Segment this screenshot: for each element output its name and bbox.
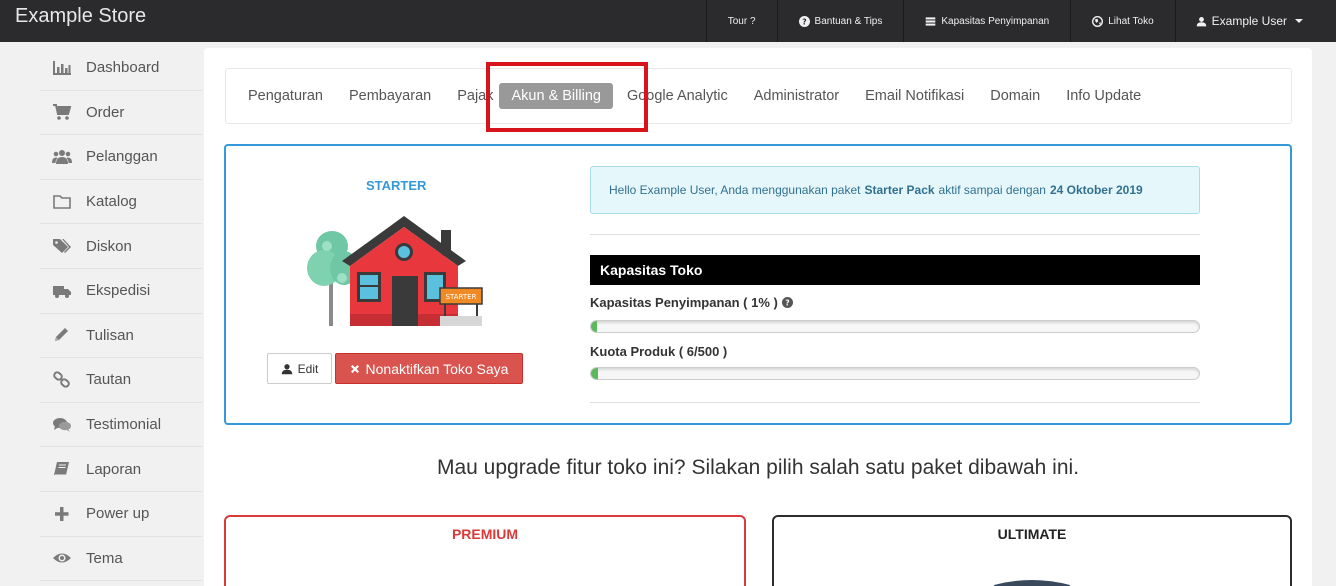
premium-package-card[interactable]: PREMIUM — [224, 515, 746, 586]
settings-tabs: Pengaturan Pembayaran Pajak Akun & Billi… — [225, 68, 1292, 124]
ultimate-badge-icon — [994, 580, 1070, 586]
sidebar-item-order[interactable]: Order — [40, 91, 202, 136]
user-icon — [1196, 16, 1206, 26]
storage-progress-bar — [590, 320, 1200, 333]
sidebar-item-power-up[interactable]: Power up — [40, 492, 202, 537]
divider — [590, 402, 1200, 403]
capacity-header: Kapasitas Toko — [590, 255, 1200, 285]
truck-icon — [53, 285, 71, 298]
link-icon — [53, 371, 70, 388]
caret-down-icon — [1295, 19, 1303, 23]
svg-text:?: ? — [802, 17, 806, 26]
sidebar-item-diskon[interactable]: Diskon — [40, 224, 202, 269]
sidebar-item-pelanggan[interactable]: Pelanggan — [40, 135, 202, 180]
edit-button[interactable]: Edit — [267, 353, 332, 384]
tour-link[interactable]: Tour ? — [705, 0, 777, 42]
sidebar-item-laporan[interactable]: Laporan — [40, 447, 202, 492]
svg-text:?: ? — [785, 298, 789, 307]
question-circle-icon[interactable]: ? — [781, 297, 793, 308]
view-store-link[interactable]: Lihat Toko — [1070, 0, 1174, 42]
server-icon — [926, 16, 936, 26]
close-icon — [350, 364, 359, 373]
package-info-alert: Hello Example User, Anda menggunakan pak… — [590, 166, 1200, 214]
tab-email-notifikasi[interactable]: Email Notifikasi — [853, 83, 976, 109]
sidebar-item-ekspedisi[interactable]: Ekspedisi — [40, 269, 202, 314]
users-icon — [52, 149, 72, 164]
tab-domain[interactable]: Domain — [978, 83, 1052, 109]
product-quota-label: Kuota Produk ( 6/500 ) — [590, 344, 728, 359]
folder-icon — [53, 194, 71, 209]
tab-pembayaran[interactable]: Pembayaran — [337, 83, 443, 109]
sidebar: Dashboard Order Pelanggan Katalog Diskon… — [40, 46, 202, 582]
tab-pengaturan[interactable]: Pengaturan — [236, 83, 335, 109]
help-link[interactable]: ? Bantuan & Tips — [776, 0, 904, 42]
pencil-icon — [55, 328, 68, 342]
tags-icon — [53, 239, 71, 254]
sidebar-item-tautan[interactable]: Tautan — [40, 358, 202, 403]
question-circle-icon: ? — [798, 15, 810, 27]
storage-capacity-label: Kapasitas Penyimpanan ( 1% ) ? — [590, 295, 793, 310]
product-quota-progress-fill — [591, 368, 599, 379]
top-navbar: Example Store Tour ? ? Bantuan & Tips Ka… — [0, 0, 1336, 42]
book-icon — [54, 462, 69, 476]
ultimate-package-card[interactable]: ULTIMATE — [772, 515, 1292, 586]
comments-icon — [53, 417, 71, 432]
plus-icon — [55, 506, 69, 521]
plan-title: STARTER — [366, 178, 427, 193]
sidebar-item-katalog[interactable]: Katalog — [40, 180, 202, 225]
starter-sign-text: STARTER — [446, 293, 477, 301]
brand-title[interactable]: Example Store — [15, 5, 146, 28]
tab-administrator[interactable]: Administrator — [742, 83, 851, 109]
sidebar-item-dashboard[interactable]: Dashboard — [40, 46, 202, 91]
starter-house-illustration: STARTER — [307, 216, 483, 326]
deactivate-store-button[interactable]: Nonaktifkan Toko Saya — [335, 353, 523, 384]
cart-icon — [53, 104, 72, 121]
storage-progress-fill — [591, 321, 598, 332]
tab-akun-billing[interactable]: Akun & Billing — [499, 83, 613, 109]
globe-icon — [1092, 15, 1104, 27]
ultimate-package-title: ULTIMATE — [997, 526, 1067, 542]
account-panel: STARTER STARTER Edit Nonaktifkan Toko Sa… — [224, 144, 1292, 425]
divider — [590, 234, 1200, 235]
tab-info-update[interactable]: Info Update — [1054, 83, 1153, 109]
bar-chart-icon — [53, 60, 71, 75]
sidebar-item-testimonial[interactable]: Testimonial — [40, 403, 202, 448]
storage-link[interactable]: Kapasitas Penyimpanan — [903, 0, 1070, 42]
tab-pajak[interactable]: Pajak — [445, 83, 505, 109]
eye-icon — [53, 553, 71, 563]
sidebar-item-tema[interactable]: Tema — [40, 537, 202, 582]
user-menu[interactable]: Example User — [1174, 0, 1336, 42]
tab-google-analytic[interactable]: Google Analytic — [615, 83, 740, 109]
product-quota-progress-bar — [590, 367, 1200, 380]
sidebar-item-tulisan[interactable]: Tulisan — [40, 314, 202, 359]
top-nav-menu: Tour ? ? Bantuan & Tips Kapasitas Penyim… — [705, 0, 1336, 42]
premium-package-title: PREMIUM — [451, 526, 519, 542]
user-icon — [281, 363, 292, 374]
upgrade-prompt: Mau upgrade fitur toko ini? Silakan pili… — [436, 456, 1080, 479]
